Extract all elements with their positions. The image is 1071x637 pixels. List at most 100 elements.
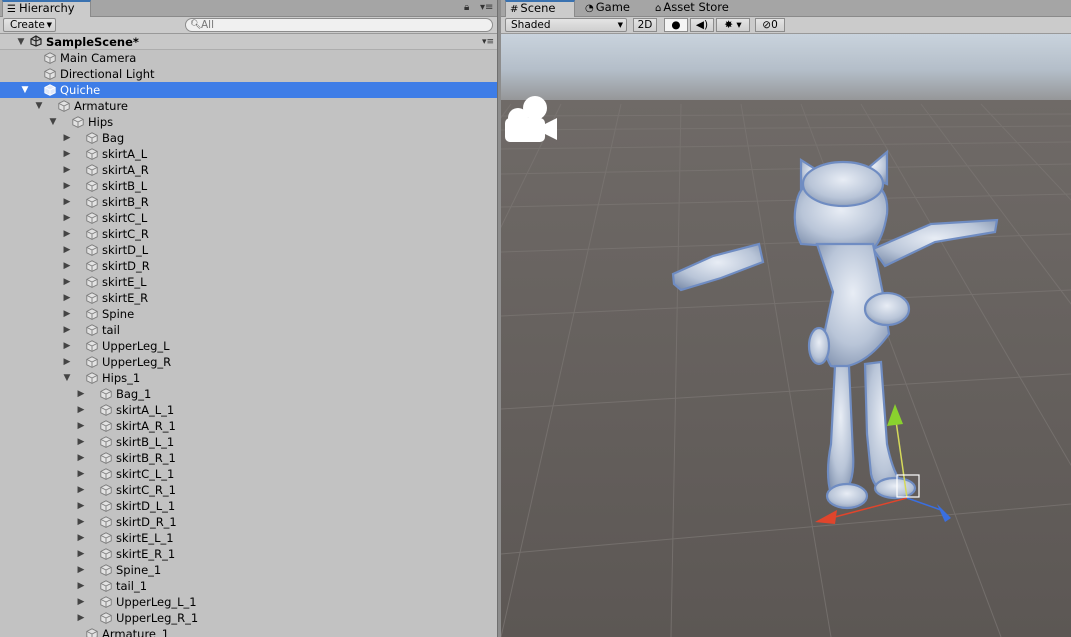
hierarchy-item-label: Spine [102, 307, 135, 321]
hierarchy-item[interactable]: ▶ skirtD_R [0, 258, 497, 274]
collapsed-arrow-icon[interactable]: ▶ [76, 514, 86, 530]
hierarchy-item[interactable]: ▶ skirtA_L_1 [0, 402, 497, 418]
lighting-toggle[interactable]: ● [664, 18, 688, 32]
hierarchy-item-label: tail_1 [116, 579, 148, 593]
hierarchy-item[interactable]: ▼ Armature [0, 98, 497, 114]
collapsed-arrow-icon[interactable]: ▶ [76, 402, 86, 418]
collapsed-arrow-icon[interactable]: ▶ [62, 130, 72, 146]
hierarchy-item[interactable]: ▶ skirtE_R [0, 290, 497, 306]
hierarchy-item[interactable]: ▶ skirtC_L [0, 210, 497, 226]
cube-icon [72, 116, 84, 128]
hierarchy-item[interactable]: ▶ skirtB_R_1 [0, 450, 497, 466]
hierarchy-item[interactable]: Armature_1 [0, 626, 497, 637]
hierarchy-item-label: skirtA_R [102, 163, 149, 177]
hierarchy-item[interactable]: ▶ UpperLeg_R [0, 354, 497, 370]
hierarchy-item[interactable]: ▶ skirtE_L [0, 274, 497, 290]
tab-hierarchy[interactable]: ☰ Hierarchy [2, 0, 91, 17]
collapsed-arrow-icon[interactable]: ▶ [76, 386, 86, 402]
hierarchy-item[interactable]: ▶ tail [0, 322, 497, 338]
expanded-arrow-icon[interactable]: ▼ [20, 82, 30, 98]
hierarchy-item[interactable]: ▶ skirtC_R [0, 226, 497, 242]
collapsed-arrow-icon[interactable]: ▶ [76, 546, 86, 562]
hierarchy-item[interactable]: ▶ skirtA_R_1 [0, 418, 497, 434]
collapsed-arrow-icon[interactable]: ▶ [62, 178, 72, 194]
hierarchy-item[interactable]: ▼ Hips [0, 114, 497, 130]
expanded-arrow-icon[interactable]: ▼ [62, 370, 72, 386]
hierarchy-item-label: skirtA_R_1 [116, 419, 176, 433]
cube-icon [86, 340, 98, 352]
collapsed-arrow-icon[interactable]: ▶ [76, 610, 86, 626]
hierarchy-tree: ▼ SampleScene* ▾≡ Main Camera Directional… [0, 34, 497, 637]
lock-icon[interactable]: 🔒︎ [464, 2, 469, 14]
tab-game[interactable]: ◔ Game [581, 0, 641, 17]
hierarchy-item[interactable]: ▶ Bag [0, 130, 497, 146]
mode-2d-toggle[interactable]: 2D [633, 18, 657, 32]
hierarchy-item[interactable]: Directional Light [0, 66, 497, 82]
hierarchy-item[interactable]: ▶ skirtD_L_1 [0, 498, 497, 514]
shading-mode-dropdown[interactable]: Shaded ▼ [505, 18, 627, 32]
collapsed-arrow-icon[interactable]: ▶ [62, 322, 72, 338]
hierarchy-item[interactable]: ▶ skirtC_L_1 [0, 466, 497, 482]
collapsed-arrow-icon[interactable]: ▶ [76, 418, 86, 434]
tab-menu-icon[interactable]: ▾≡ [480, 2, 493, 14]
expand-arrow-icon[interactable]: ▼ [16, 34, 26, 50]
hierarchy-item[interactable]: ▶ skirtB_R [0, 194, 497, 210]
effects-dropdown[interactable]: ✸ ▾ [716, 18, 750, 32]
audio-toggle[interactable]: ◀) [690, 18, 714, 32]
collapsed-arrow-icon[interactable]: ▶ [62, 242, 72, 258]
collapsed-arrow-icon[interactable]: ▶ [62, 226, 72, 242]
collapsed-arrow-icon[interactable]: ▶ [76, 594, 86, 610]
collapsed-arrow-icon[interactable]: ▶ [62, 194, 72, 210]
scene-menu-icon[interactable]: ▾≡ [482, 34, 494, 50]
expanded-arrow-icon[interactable]: ▼ [34, 98, 44, 114]
hidden-objects-toggle[interactable]: ⊘0 [755, 18, 785, 32]
hierarchy-item[interactable]: ▶ Bag_1 [0, 386, 497, 402]
collapsed-arrow-icon[interactable]: ▶ [76, 450, 86, 466]
collapsed-arrow-icon[interactable]: ▶ [62, 306, 72, 322]
hierarchy-item[interactable]: ▶ skirtC_R_1 [0, 482, 497, 498]
collapsed-arrow-icon[interactable]: ▶ [62, 146, 72, 162]
hierarchy-item[interactable]: ▼ Quiche [0, 82, 497, 98]
hierarchy-item[interactable]: ▶ Spine_1 [0, 562, 497, 578]
hierarchy-item[interactable]: ▶ Spine [0, 306, 497, 322]
hierarchy-item[interactable]: ▶ tail_1 [0, 578, 497, 594]
hierarchy-item[interactable]: ▶ skirtA_R [0, 162, 497, 178]
hierarchy-item[interactable]: ▶ skirtB_L [0, 178, 497, 194]
hierarchy-item[interactable]: ▶ UpperLeg_L_1 [0, 594, 497, 610]
collapsed-arrow-icon[interactable]: ▶ [76, 530, 86, 546]
collapsed-arrow-icon[interactable]: ▶ [76, 434, 86, 450]
hierarchy-item[interactable]: ▶ skirtA_L [0, 146, 497, 162]
cube-icon [44, 84, 56, 96]
tab-asset-store[interactable]: ⌂ Asset Store [651, 0, 751, 17]
collapsed-arrow-icon[interactable]: ▶ [76, 562, 86, 578]
scene-root-row[interactable]: ▼ SampleScene* ▾≡ [0, 34, 497, 50]
hierarchy-item[interactable]: ▶ skirtE_R_1 [0, 546, 497, 562]
collapsed-arrow-icon[interactable]: ▶ [62, 354, 72, 370]
hierarchy-item[interactable]: ▼ Hips_1 [0, 370, 497, 386]
collapsed-arrow-icon[interactable]: ▶ [62, 338, 72, 354]
hierarchy-item[interactable]: ▶ skirtD_R_1 [0, 514, 497, 530]
collapsed-arrow-icon[interactable]: ▶ [62, 162, 72, 178]
hierarchy-item[interactable]: ▶ skirtE_L_1 [0, 530, 497, 546]
cube-icon [100, 612, 112, 624]
scene-viewport[interactable] [501, 34, 1071, 637]
hierarchy-item[interactable]: ▶ UpperLeg_L [0, 338, 497, 354]
collapsed-arrow-icon[interactable]: ▶ [62, 274, 72, 290]
collapsed-arrow-icon[interactable]: ▶ [76, 466, 86, 482]
collapsed-arrow-icon[interactable]: ▶ [76, 498, 86, 514]
hierarchy-item[interactable]: ▶ UpperLeg_R_1 [0, 610, 497, 626]
search-input[interactable]: 🔍︎ All [185, 18, 493, 32]
collapsed-arrow-icon[interactable]: ▶ [76, 482, 86, 498]
collapsed-arrow-icon[interactable]: ▶ [76, 578, 86, 594]
hierarchy-item[interactable]: ▶ skirtB_L_1 [0, 434, 497, 450]
hierarchy-item-label: Armature [74, 99, 128, 113]
collapsed-arrow-icon[interactable]: ▶ [62, 290, 72, 306]
expanded-arrow-icon[interactable]: ▼ [48, 114, 58, 130]
collapsed-arrow-icon[interactable]: ▶ [62, 258, 72, 274]
collapsed-arrow-icon[interactable]: ▶ [62, 210, 72, 226]
create-button[interactable]: Create ▼ [3, 18, 56, 32]
tab-scene[interactable]: # Scene [505, 0, 575, 17]
hierarchy-item[interactable]: ▶ skirtD_L [0, 242, 497, 258]
hierarchy-item-label: skirtD_L [102, 243, 149, 257]
hierarchy-item[interactable]: Main Camera [0, 50, 497, 66]
